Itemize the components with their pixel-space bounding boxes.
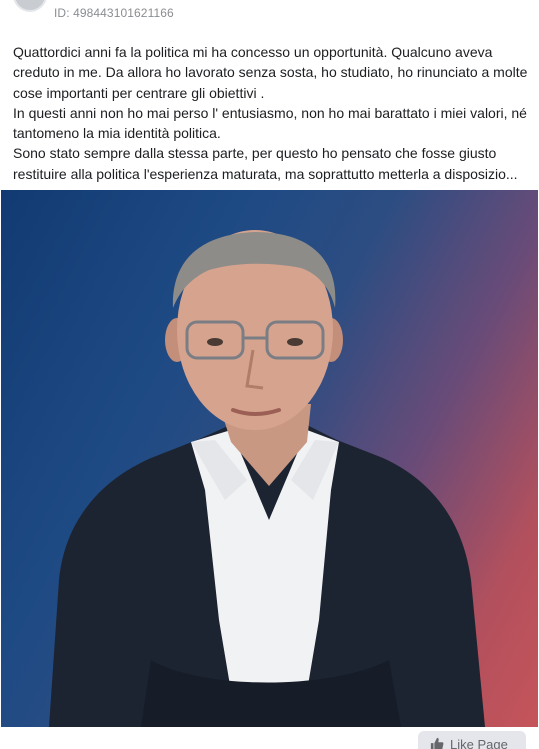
post-footer: Like Page bbox=[0, 727, 539, 749]
thumbs-up-icon bbox=[430, 737, 444, 749]
like-page-button[interactable]: Like Page bbox=[418, 731, 526, 749]
post-text: Quattordici anni fa la politica mi ha co… bbox=[13, 42, 529, 184]
post-paragraph: Sono stato sempre dalla stessa parte, pe… bbox=[13, 145, 518, 182]
post-header: ID: 498443101621166 bbox=[0, 0, 539, 30]
ad-post-card: ID: 498443101621166 Quattordici anni fa … bbox=[0, 0, 539, 749]
post-paragraph: In questi anni non ho mai perso l' entus… bbox=[13, 104, 527, 142]
page-avatar[interactable] bbox=[13, 0, 47, 12]
post-image[interactable] bbox=[1, 190, 538, 727]
portrait-image bbox=[49, 230, 485, 727]
post-paragraph: Quattordici anni fa la politica mi ha co… bbox=[13, 44, 528, 101]
page-id: ID: 498443101621166 bbox=[54, 6, 174, 20]
like-page-label: Like Page bbox=[450, 736, 508, 749]
